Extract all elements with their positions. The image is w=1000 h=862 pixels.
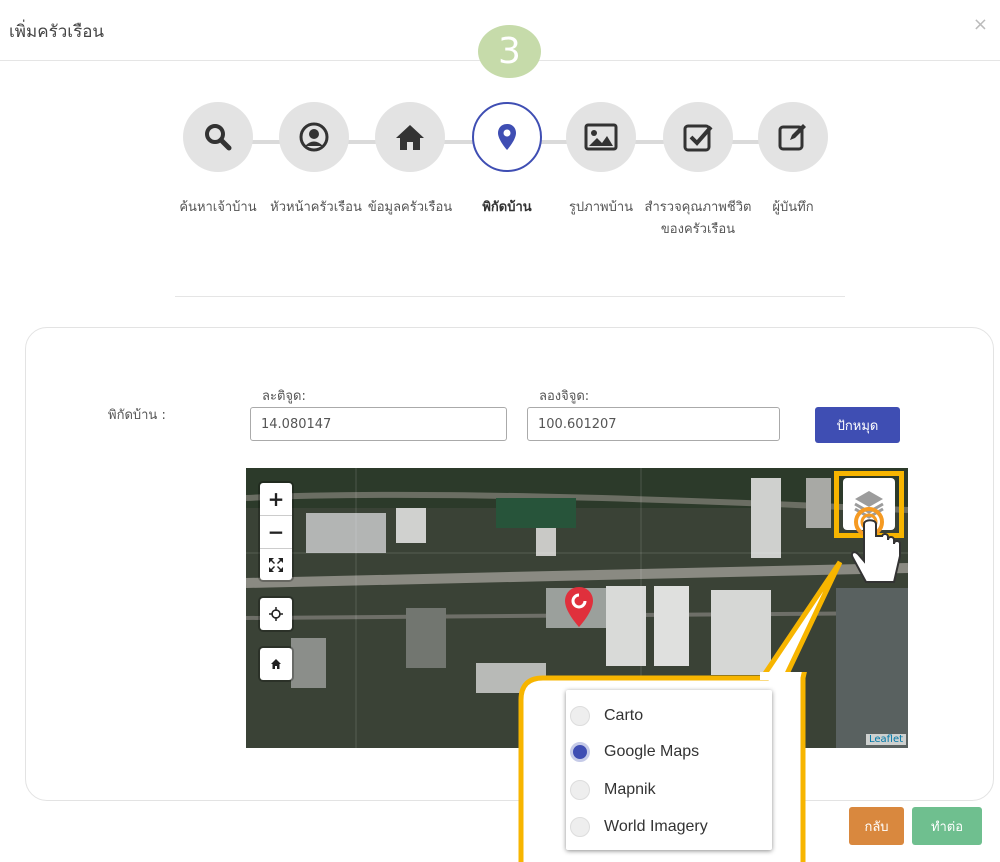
fullscreen-button[interactable] — [260, 549, 292, 581]
latitude-label: ละติจูด: — [262, 389, 306, 404]
longitude-input[interactable]: 100.601207 — [527, 407, 780, 441]
step-household-info[interactable] — [375, 102, 445, 172]
image-icon — [584, 123, 618, 151]
longitude-label: ลองจิจูด: — [539, 389, 590, 404]
house-location-label: พิกัดบ้าน : — [108, 408, 166, 423]
stepper-divider — [175, 296, 845, 297]
layer-label-google-maps: Google Maps — [604, 743, 700, 760]
layer-option-mapnik[interactable]: Mapnik — [570, 778, 656, 802]
step-recorder[interactable] — [758, 102, 828, 172]
edit-icon — [778, 124, 806, 151]
layer-option-google-maps[interactable]: Google Maps — [570, 740, 699, 764]
callout-pointer — [760, 560, 843, 680]
search-icon — [205, 124, 232, 151]
back-button[interactable]: กลับ — [849, 807, 904, 845]
step-label-survey: สำรวจคุณภาพชีวิตของครัวเรือน — [644, 200, 752, 237]
step-head-of-household[interactable] — [279, 102, 349, 172]
zoom-control: + − — [260, 483, 292, 580]
home-small-icon — [271, 659, 281, 669]
crosshair-icon — [269, 607, 283, 621]
layer-switcher-popup: Carto Google Maps Mapnik World Imagery — [566, 690, 772, 850]
step-label-search: ค้นหาเจ้าบ้าน — [179, 200, 257, 215]
layer-label-world-imagery: World Imagery — [604, 818, 708, 835]
latitude-input[interactable]: 14.080147 — [250, 407, 507, 441]
layer-label-carto: Carto — [604, 707, 644, 724]
checkbox-icon — [683, 124, 713, 152]
step-search[interactable] — [183, 102, 253, 172]
add-household-dialog: เพิ่มครัวเรือน × 3 ค้นหาเจ้าบ้าน หัวหน้า… — [0, 0, 1000, 862]
radio-carto[interactable] — [570, 706, 590, 726]
step-house-location[interactable] — [472, 102, 542, 172]
pointer-hand-icon — [850, 507, 901, 583]
stepper: ค้นหาเจ้าบ้าน หัวหน้าครัวเรือน ข้อมูลครั… — [0, 0, 1000, 300]
step-quality-survey[interactable] — [663, 102, 733, 172]
user-icon — [299, 122, 329, 152]
leaflet-attribution[interactable]: Leaflet — [866, 734, 907, 745]
step-label-recorder: ผู้บันทึก — [772, 200, 814, 215]
radio-mapnik[interactable] — [570, 780, 590, 800]
locate-button[interactable] — [260, 598, 292, 630]
step-label-photo: รูปภาพบ้าน — [568, 200, 634, 215]
layer-label-mapnik: Mapnik — [604, 781, 656, 798]
step-label-household-info: ข้อมูลครัวเรือน — [367, 200, 453, 215]
home-view-button[interactable] — [260, 648, 292, 680]
layer-option-world-imagery[interactable]: World Imagery — [570, 815, 708, 839]
home-icon — [396, 125, 424, 150]
zoom-out-button[interactable]: − — [260, 516, 292, 549]
radio-world-imagery[interactable] — [570, 817, 590, 837]
pin-location-button[interactable]: ปักหมุด — [815, 407, 900, 443]
location-marker-icon[interactable] — [564, 586, 594, 628]
radio-google-maps[interactable] — [570, 742, 590, 762]
next-button[interactable]: ทำต่อ — [912, 807, 982, 845]
zoom-in-button[interactable]: + — [260, 483, 292, 516]
fullscreen-icon — [269, 558, 283, 572]
step-house-photo[interactable] — [566, 102, 636, 172]
map-pin-icon — [498, 124, 516, 150]
layer-option-carto[interactable]: Carto — [570, 704, 643, 728]
